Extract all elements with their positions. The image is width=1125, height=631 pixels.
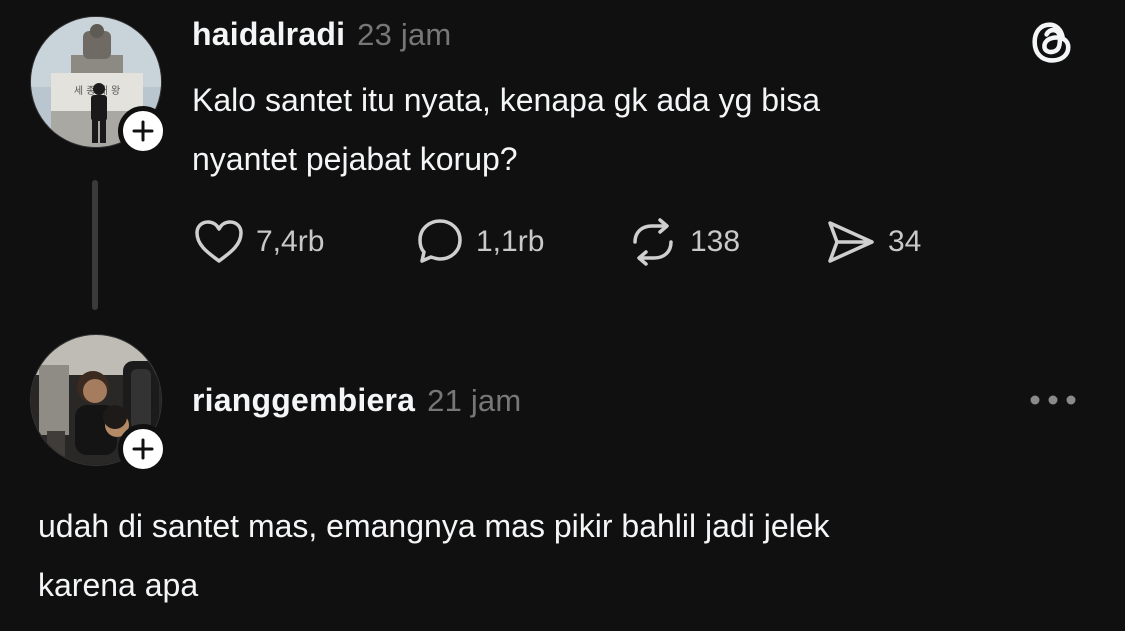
follow-button[interactable] bbox=[118, 424, 168, 474]
send-icon bbox=[828, 221, 874, 263]
post-text-line: nyantet pejabat korup? bbox=[192, 141, 518, 177]
reply-count: 1,1rb bbox=[476, 225, 545, 258]
post-text-line: Kalo santet itu nyata, kenapa gk ada yg … bbox=[192, 82, 820, 118]
plus-icon bbox=[132, 438, 154, 460]
reply-text: udah di santet mas, emangnya mas pikir b… bbox=[38, 497, 1098, 615]
reply-username[interactable]: rianggembiera bbox=[192, 382, 415, 418]
repost-button[interactable]: 138 bbox=[626, 214, 740, 270]
share-count: 34 bbox=[888, 225, 922, 258]
post-text: Kalo santet itu nyata, kenapa gk ada yg … bbox=[192, 71, 1052, 189]
reply-author-row: rianggembiera 21 jam bbox=[192, 382, 521, 419]
post-timestamp: 23 jam bbox=[357, 17, 452, 52]
more-options-button[interactable] bbox=[1028, 390, 1078, 415]
like-count: 7,4rb bbox=[256, 225, 325, 258]
comment-bubble-icon bbox=[418, 219, 462, 263]
reply-timestamp: 21 jam bbox=[427, 383, 522, 418]
post-author-row: haidalradi 23 jam bbox=[192, 16, 451, 53]
reply-button[interactable]: 1,1rb bbox=[414, 214, 544, 270]
repost-icon bbox=[633, 218, 673, 266]
follow-button[interactable] bbox=[118, 106, 168, 156]
heart-icon bbox=[195, 220, 243, 263]
reply-text-line: karena apa bbox=[38, 567, 199, 603]
plus-icon bbox=[132, 120, 154, 142]
repost-count: 138 bbox=[690, 225, 741, 258]
threads-logo-icon[interactable] bbox=[1026, 16, 1078, 73]
post-username[interactable]: haidalradi bbox=[192, 16, 345, 52]
reply-text-line: udah di santet mas, emangnya mas pikir b… bbox=[38, 508, 830, 544]
thread-connector-line bbox=[92, 180, 98, 310]
more-dots-icon bbox=[1030, 395, 1076, 405]
share-button[interactable]: 34 bbox=[822, 214, 921, 270]
like-button[interactable]: 7,4rb bbox=[192, 214, 324, 270]
